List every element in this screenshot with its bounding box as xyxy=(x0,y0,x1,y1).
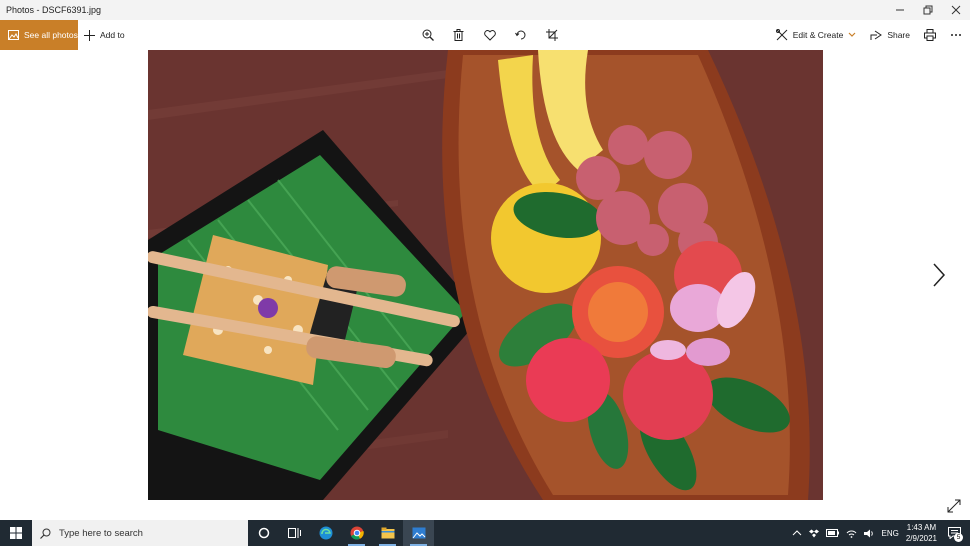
photos-app-icon xyxy=(412,527,425,539)
share-icon xyxy=(870,30,883,40)
window-title: Photos - DSCF6391.jpg xyxy=(6,5,102,15)
notification-count-badge: 5 xyxy=(954,533,963,542)
cortana-button[interactable] xyxy=(248,520,279,546)
toolbar: See all photos Add to Edit & Create Shar… xyxy=(0,20,970,50)
right-tools: Edit & Create Share xyxy=(775,20,962,50)
zoom-button[interactable] xyxy=(412,20,443,50)
chevron-right-icon xyxy=(933,263,946,287)
trash-icon xyxy=(453,29,464,41)
task-view-button[interactable] xyxy=(279,520,310,546)
more-options-button[interactable] xyxy=(950,33,962,37)
expand-icon xyxy=(947,499,961,513)
volume-icon[interactable] xyxy=(863,529,875,538)
title-bar: Photos - DSCF6391.jpg xyxy=(0,0,970,20)
battery-icon[interactable] xyxy=(825,529,839,537)
edge-icon xyxy=(319,526,332,540)
clock-time: 1:43 AM xyxy=(906,523,937,532)
add-to-label: Add to xyxy=(100,30,125,40)
photo-tools xyxy=(412,20,567,50)
wifi-icon[interactable] xyxy=(846,529,857,538)
see-all-photos-button[interactable]: See all photos xyxy=(0,20,78,50)
printer-icon xyxy=(924,29,936,41)
clock-date: 2/9/2021 xyxy=(905,534,937,543)
heart-icon xyxy=(483,29,496,41)
plus-icon xyxy=(84,29,95,41)
restore-button[interactable] xyxy=(914,0,942,20)
photo-canvas[interactable] xyxy=(148,50,823,500)
more-icon xyxy=(951,34,961,36)
taskbar-chrome[interactable] xyxy=(341,520,372,546)
taskbar-search-box[interactable]: Type here to search xyxy=(32,520,248,546)
chevron-up-icon[interactable] xyxy=(792,529,802,537)
print-button[interactable] xyxy=(924,29,936,41)
folder-icon xyxy=(381,527,394,539)
restore-icon xyxy=(923,5,933,15)
start-button[interactable] xyxy=(0,520,32,546)
rotate-button[interactable] xyxy=(505,20,536,50)
edit-create-button[interactable]: Edit & Create xyxy=(775,29,857,41)
taskbar-photos[interactable] xyxy=(403,520,434,546)
photo-gallery-icon xyxy=(8,30,19,40)
dropbox-icon[interactable] xyxy=(808,529,819,538)
search-icon xyxy=(40,528,51,539)
photo-image xyxy=(148,50,823,500)
edit-create-icon xyxy=(775,29,788,41)
windows-logo-icon xyxy=(10,527,22,539)
zoom-in-icon xyxy=(422,29,434,41)
task-view-icon xyxy=(288,528,301,538)
photos-app: Photos - DSCF6391.jpg See all photos Add… xyxy=(0,0,970,546)
taskbar-edge[interactable] xyxy=(310,520,341,546)
see-all-photos-label: See all photos xyxy=(24,30,78,40)
favorite-button[interactable] xyxy=(474,20,505,50)
notification-center-button[interactable]: 5 xyxy=(944,523,964,543)
chevron-down-icon xyxy=(848,32,856,37)
system-tray: ENG 1:43 AM 2/9/2021 5 xyxy=(792,520,970,546)
crop-button[interactable] xyxy=(536,20,567,50)
taskbar: Type here to search ENG 1:43 AM 2/9/2021… xyxy=(0,520,970,546)
language-indicator[interactable]: ENG xyxy=(882,529,899,538)
rotate-icon xyxy=(514,30,525,40)
close-icon xyxy=(951,5,961,15)
cortana-icon xyxy=(258,527,269,539)
taskbar-clock[interactable]: 1:43 AM 2/9/2021 xyxy=(906,522,937,544)
taskbar-file-explorer[interactable] xyxy=(372,520,403,546)
chrome-icon xyxy=(350,526,364,540)
crop-icon xyxy=(545,29,558,41)
delete-button[interactable] xyxy=(443,20,474,50)
add-to-button[interactable]: Add to xyxy=(84,20,125,50)
minimize-button[interactable] xyxy=(886,0,914,20)
share-button[interactable]: Share xyxy=(870,30,910,41)
share-label: Share xyxy=(887,30,910,40)
search-placeholder: Type here to search xyxy=(59,527,143,539)
close-button[interactable] xyxy=(942,0,970,20)
edit-create-label: Edit & Create xyxy=(792,30,844,40)
full-screen-button[interactable] xyxy=(945,497,963,515)
minimize-icon xyxy=(896,9,904,11)
next-photo-button[interactable] xyxy=(928,260,950,290)
